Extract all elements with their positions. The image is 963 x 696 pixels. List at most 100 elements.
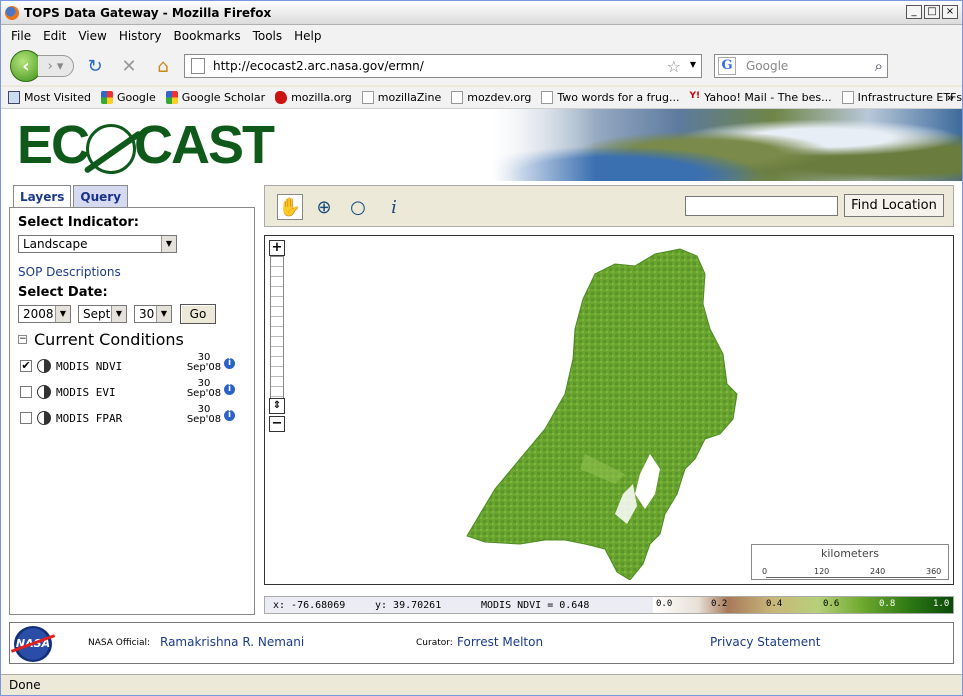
tab-query[interactable]: Query — [73, 185, 129, 208]
legend-label: 0.0 — [656, 599, 673, 609]
sop-descriptions-link[interactable]: SOP Descriptions — [18, 265, 121, 279]
indicator-select[interactable]: Landscape ▼ — [18, 235, 177, 253]
minimize-button[interactable]: _ — [906, 5, 922, 19]
current-conditions-header[interactable]: − Current Conditions — [18, 330, 184, 349]
page-icon — [191, 58, 205, 74]
star-icon[interactable]: ☆ — [667, 57, 681, 76]
bookmark-google[interactable]: Google — [100, 91, 156, 104]
opacity-icon[interactable] — [37, 411, 51, 425]
color-legend: 0.0 0.2 0.4 0.6 0.8 1.0 — [653, 597, 953, 613]
page-content: EC CAST Layers Query Select Indicator: La… — [1, 109, 962, 674]
legend-label: 0.2 — [711, 599, 728, 609]
official-label: NASA Official: — [88, 638, 151, 648]
google-search-engine-icon[interactable]: G — [718, 57, 736, 75]
bookmark-two-words[interactable]: Two words for a frug... — [541, 91, 680, 104]
bookmark-mozdev[interactable]: mozdev.org — [451, 91, 531, 104]
go-button[interactable]: Go — [180, 304, 216, 324]
chevron-down-icon: ▼ — [156, 306, 171, 322]
opacity-icon[interactable] — [37, 359, 51, 373]
google-icon — [165, 91, 178, 104]
bookmark-label: Google Scholar — [181, 91, 266, 104]
privacy-statement-link[interactable]: Privacy Statement — [710, 635, 820, 649]
scale-tick: 240 — [870, 567, 886, 576]
bookmark-most-visited[interactable]: Most Visited — [8, 91, 91, 104]
page-icon — [451, 91, 464, 104]
zoom-track[interactable] — [270, 256, 284, 404]
find-location-button[interactable]: Find Location — [844, 194, 944, 217]
year-select[interactable]: 2008 ▼ — [18, 305, 71, 323]
collapse-icon[interactable]: − — [18, 335, 27, 344]
bookmark-google-scholar[interactable]: Google Scholar — [165, 91, 266, 104]
bookmarks-overflow-icon[interactable]: » — [947, 91, 954, 104]
month-select[interactable]: Sept ▼ — [78, 305, 127, 323]
page-icon — [361, 91, 374, 104]
day-select[interactable]: 30 ▼ — [134, 305, 172, 323]
menu-view[interactable]: View — [72, 29, 112, 43]
browser-window: TOPS Data Gateway - Mozilla Firefox _ □ … — [0, 0, 963, 696]
info-icon[interactable]: i — [381, 194, 407, 220]
nasa-logo[interactable]: NASA — [14, 626, 52, 662]
zoom-icon[interactable]: ○ — [345, 194, 371, 220]
reload-icon[interactable]: ↻ — [82, 53, 108, 79]
scale-line — [766, 577, 936, 578]
close-button[interactable]: × — [942, 5, 958, 19]
info-icon[interactable]: i — [224, 384, 235, 395]
menu-help[interactable]: Help — [288, 29, 327, 43]
stop-icon[interactable]: ✕ — [116, 53, 142, 79]
pan-icon[interactable]: ✋ — [277, 194, 303, 220]
zoom-out-button[interactable]: − — [269, 416, 285, 432]
bookmark-infrastructure-etfs[interactable]: Infrastructure ETFs m... — [841, 91, 962, 104]
footer: NASA NASA Official: Ramakrishna R. Neman… — [9, 622, 954, 664]
opacity-icon[interactable] — [37, 385, 51, 399]
menu-file[interactable]: File — [5, 29, 37, 43]
search-icon[interactable]: ⌕ — [875, 57, 883, 75]
legend-label: 0.6 — [823, 599, 840, 609]
chevron-down-icon: ▼ — [111, 306, 126, 322]
url-bar[interactable]: http://ecocast2.arc.nasa.gov/ermn/ ☆ ▼ — [184, 54, 702, 78]
bookmark-label: mozillaZine — [377, 91, 442, 104]
bookmark-label: Two words for a frug... — [557, 91, 680, 104]
legend-label: 0.8 — [879, 599, 896, 609]
layer-checkbox[interactable] — [20, 386, 32, 398]
bookmark-mozilla[interactable]: mozilla.org — [275, 91, 352, 104]
zoom-in-button[interactable]: + — [269, 240, 285, 256]
info-icon[interactable]: i — [224, 358, 235, 369]
left-panel: Layers Query Select Indicator: Landscape… — [9, 185, 255, 615]
current-conditions-label: Current Conditions — [34, 330, 184, 349]
menu-bookmarks[interactable]: Bookmarks — [168, 29, 247, 43]
ecocast-logo: EC CAST — [17, 115, 275, 175]
yahoo-icon: Y! — [689, 91, 701, 101]
bookmarks-toolbar: Most Visited Google Google Scholar mozil… — [1, 87, 962, 109]
bookmark-yahoo-mail[interactable]: Y! Yahoo! Mail - The bes... — [690, 91, 832, 104]
value-readout: MODIS NDVI = 0.648 — [481, 600, 590, 611]
map-view[interactable]: + ⇕ − kilometers 0 120 240 360 — [264, 235, 954, 585]
zoom-slider-handle[interactable]: ⇕ — [269, 398, 285, 414]
official-name[interactable]: Ramakrishna R. Nemani — [160, 635, 304, 649]
url-dropdown-icon[interactable]: ▼ — [690, 60, 696, 69]
menu-edit[interactable]: Edit — [37, 29, 72, 43]
layer-checkbox[interactable] — [20, 412, 32, 424]
curator-name[interactable]: Forrest Melton — [457, 635, 543, 649]
globe-icon — [86, 123, 137, 174]
layer-checkbox[interactable]: ✔ — [20, 360, 32, 372]
layers-panel: Select Indicator: Landscape ▼ SOP Descrip… — [9, 207, 255, 615]
zoom-in-icon[interactable]: ⊕ — [311, 194, 337, 220]
menu-tools[interactable]: Tools — [247, 29, 289, 43]
forward-button[interactable]: › ▾ — [38, 55, 74, 77]
menu-bar: File Edit View History Bookmarks Tools H… — [1, 25, 962, 47]
search-placeholder: Google — [746, 59, 789, 73]
title-bar: TOPS Data Gateway - Mozilla Firefox _ □ … — [1, 1, 962, 25]
maximize-button[interactable]: □ — [924, 5, 940, 19]
bookmark-mozillazine[interactable]: mozillaZine — [361, 91, 442, 104]
search-bar[interactable]: G Google ⌕ — [714, 54, 888, 78]
tab-layers[interactable]: Layers — [13, 185, 72, 209]
layer-date: 30 Sep'08 — [186, 378, 222, 399]
select-date-label: Select Date: — [18, 285, 108, 300]
home-icon[interactable]: ⌂ — [150, 53, 176, 79]
location-input[interactable] — [685, 196, 838, 216]
curator-label: Curator: — [416, 638, 453, 648]
info-icon[interactable]: i — [224, 410, 235, 421]
google-icon — [100, 91, 113, 104]
menu-history[interactable]: History — [113, 29, 168, 43]
scale-title: kilometers — [820, 547, 880, 560]
